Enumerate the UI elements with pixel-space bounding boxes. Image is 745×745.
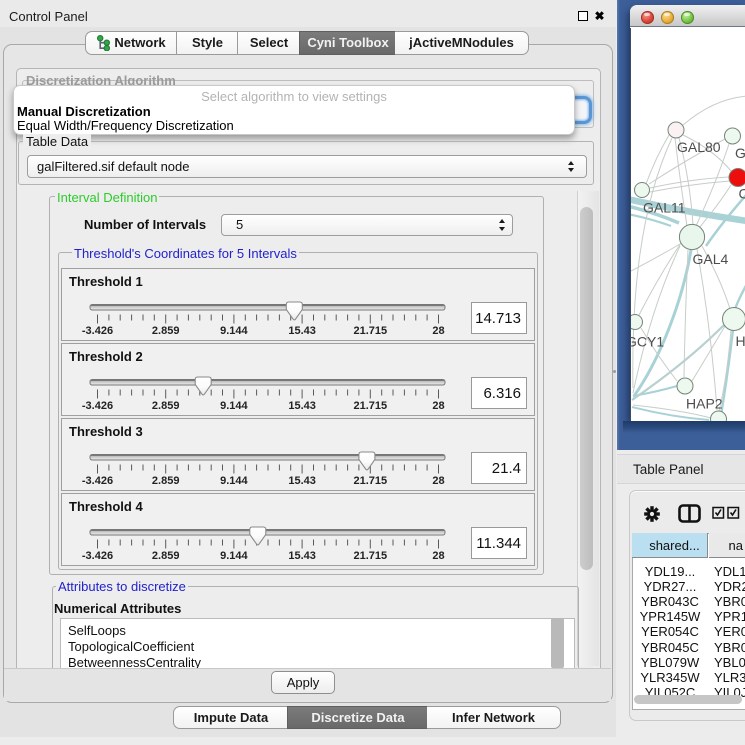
- svg-text:-3.426: -3.426: [82, 325, 113, 337]
- svg-text:21.715: 21.715: [353, 550, 387, 562]
- svg-text:9.144: 9.144: [220, 400, 248, 412]
- svg-text:2.859: 2.859: [152, 550, 180, 562]
- svg-text:GAL80: GAL80: [677, 139, 721, 155]
- svg-text:2.859: 2.859: [152, 475, 180, 487]
- svg-text:9.144: 9.144: [220, 325, 248, 337]
- svg-text:9.144: 9.144: [220, 550, 248, 562]
- svg-text:28: 28: [432, 325, 444, 337]
- svg-text:-3.426: -3.426: [82, 475, 113, 487]
- svg-text:15.43: 15.43: [288, 475, 316, 487]
- svg-text:-3.426: -3.426: [82, 550, 113, 562]
- svg-text:28: 28: [432, 400, 444, 412]
- svg-text:9.144: 9.144: [220, 475, 248, 487]
- svg-text:15.43: 15.43: [288, 400, 316, 412]
- svg-text:15.43: 15.43: [288, 550, 316, 562]
- svg-text:2.859: 2.859: [152, 400, 180, 412]
- svg-text:28: 28: [432, 475, 444, 487]
- svg-text:GCY1: GCY1: [631, 334, 664, 350]
- svg-text:C: C: [739, 186, 745, 202]
- svg-text:28: 28: [432, 550, 444, 562]
- svg-text:HAP2: HAP2: [686, 396, 723, 412]
- svg-text:21.715: 21.715: [353, 325, 387, 337]
- svg-text:21.715: 21.715: [353, 475, 387, 487]
- svg-text:GAL11: GAL11: [643, 200, 686, 216]
- svg-text:GA: GA: [735, 145, 745, 161]
- svg-text:15.43: 15.43: [288, 325, 316, 337]
- svg-text:GAL4: GAL4: [693, 251, 729, 267]
- svg-text:2.859: 2.859: [152, 325, 180, 337]
- svg-text:-3.426: -3.426: [82, 400, 113, 412]
- svg-text:H: H: [736, 333, 745, 349]
- svg-text:21.715: 21.715: [353, 400, 387, 412]
